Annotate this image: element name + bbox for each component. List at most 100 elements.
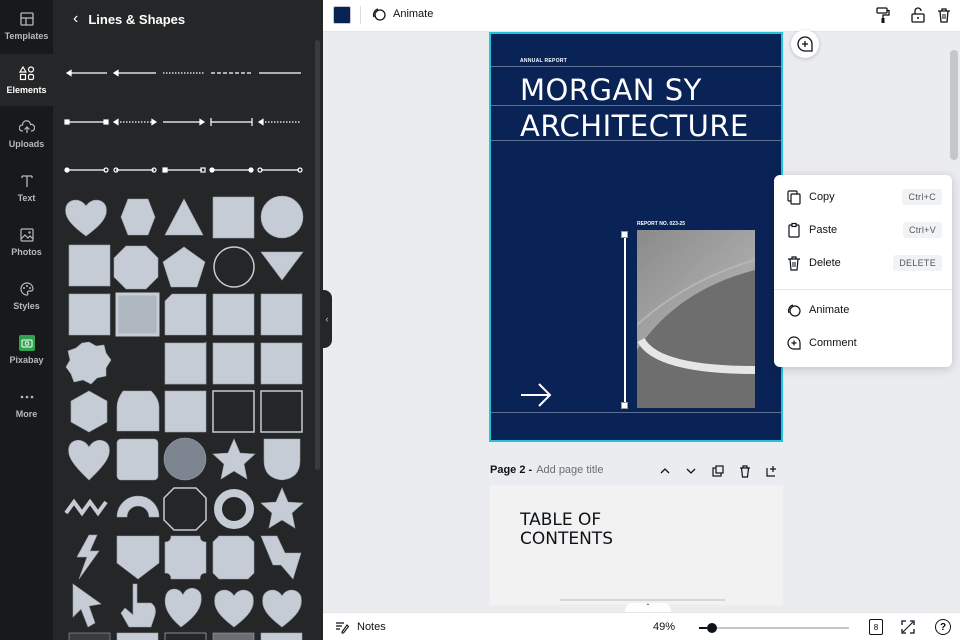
badge-shape[interactable] [65, 341, 112, 385]
rounded-square-shape[interactable] [116, 390, 160, 432]
line-arrow-right[interactable] [163, 118, 206, 126]
heart-3-shape[interactable] [262, 589, 302, 628]
square-light-shape-2[interactable] [260, 632, 303, 640]
menu-item-comment[interactable]: Comment [774, 328, 952, 358]
heart-shape[interactable] [65, 199, 107, 237]
rail-item-styles[interactable]: Styles [0, 270, 53, 322]
line-bar-ends[interactable] [210, 118, 253, 126]
line-square-ends[interactable] [64, 119, 109, 125]
square-shadow-shape[interactable] [68, 244, 111, 287]
square-outline-shape-3[interactable] [164, 632, 207, 640]
zoom-slider-knob[interactable] [707, 623, 717, 633]
hexagon-shape[interactable] [120, 198, 156, 236]
line-circle-ends-3[interactable] [257, 167, 303, 173]
eyebrow-text[interactable]: ANNUAL REPORT [520, 58, 567, 64]
ring-shape[interactable] [214, 489, 254, 529]
trash-icon[interactable] [935, 6, 953, 24]
star-shape[interactable] [212, 438, 256, 480]
square-shape[interactable] [212, 196, 255, 239]
rail-item-text[interactable]: Text [0, 162, 53, 214]
triangle-shape[interactable] [164, 198, 204, 236]
animate-button[interactable]: Animate [371, 6, 433, 22]
line-arrow-left[interactable] [65, 69, 107, 77]
resize-handle-bottom[interactable] [621, 402, 628, 409]
zoom-slider-track[interactable] [713, 627, 849, 629]
rail-item-pixabay[interactable]: Pixabay [0, 324, 53, 376]
menu-item-delete[interactable]: Delete DELETE [774, 248, 952, 278]
square-plain-shape[interactable] [212, 293, 255, 336]
chevron-down-icon[interactable] [684, 464, 698, 478]
arrow-right-icon[interactable] [519, 382, 553, 408]
line-square-outline-ends[interactable] [162, 167, 206, 173]
toc-title[interactable]: TABLE OF CONTENTS [520, 511, 613, 549]
pentagon-shape[interactable] [162, 246, 206, 288]
zoom-value[interactable]: 49% [653, 621, 675, 633]
line-circle-ends-2[interactable] [113, 167, 157, 173]
help-button[interactable]: ? [935, 619, 951, 635]
line-circle-ends[interactable] [64, 167, 109, 173]
square-plain-shape-6[interactable] [164, 390, 207, 433]
menu-item-copy[interactable]: Copy Ctrl+C [774, 182, 952, 212]
panel-scrollbar[interactable] [315, 40, 320, 470]
square-grey-shape[interactable] [212, 632, 255, 640]
hand-pointer-shape[interactable] [120, 583, 156, 628]
notched-square-shape[interactable] [212, 535, 255, 580]
selected-line-element[interactable] [624, 234, 626, 406]
menu-item-paste[interactable]: Paste Ctrl+V [774, 215, 952, 245]
page-count-button[interactable]: 8 [869, 619, 883, 635]
line-arrow-left-2[interactable] [112, 69, 156, 77]
hatched-circle-shape[interactable] [163, 437, 207, 481]
page-1-canvas[interactable]: ANNUAL REPORT MORGAN SY ARCHITECTURE REP… [489, 32, 783, 442]
octagon-outline-shape[interactable] [163, 487, 207, 531]
rail-item-templates[interactable]: Templates [0, 0, 53, 52]
menu-item-animate[interactable]: Animate [774, 295, 952, 325]
page-2-canvas[interactable]: TABLE OF CONTENTS [490, 485, 783, 605]
collapse-panel-button[interactable]: ‹ [322, 290, 332, 348]
heart-tilted-shape[interactable] [164, 587, 202, 628]
square-frame-shape[interactable] [115, 292, 160, 337]
hexagon-vertical-shape[interactable] [70, 390, 108, 433]
canvas-scrollbar[interactable] [950, 50, 958, 160]
line-dotted-arrow[interactable] [112, 118, 158, 126]
chevron-up-icon[interactable] [658, 464, 672, 478]
star-5-shape[interactable] [260, 487, 304, 529]
fullscreen-icon[interactable] [901, 620, 915, 634]
add-comment-button[interactable] [791, 30, 819, 58]
square-light-shape[interactable] [116, 632, 159, 640]
notes-button[interactable]: Notes [335, 620, 386, 634]
circle-shape[interactable] [260, 195, 304, 239]
back-chevron-icon[interactable]: ‹ [73, 10, 78, 28]
shield-shape[interactable] [263, 438, 301, 481]
add-page-title-input[interactable]: Add page title [536, 464, 603, 476]
heart-narrow-shape[interactable] [68, 439, 110, 481]
cover-title[interactable]: MORGAN SY ARCHITECTURE [520, 72, 749, 144]
ticket-shape[interactable] [164, 535, 207, 580]
rail-item-uploads[interactable]: Uploads [0, 108, 53, 160]
zigzag-shape[interactable] [64, 498, 108, 517]
lightning-bold-shape[interactable] [260, 535, 302, 580]
square-plain-shape-3[interactable] [212, 342, 255, 385]
square-plain-shape-5[interactable] [164, 342, 207, 385]
color-swatch[interactable] [333, 6, 351, 24]
line-dotted-arrow-left[interactable] [257, 118, 301, 126]
rounded-square-shape-2[interactable] [116, 438, 159, 481]
delete-page-icon[interactable] [738, 464, 752, 478]
rail-item-more[interactable]: More [0, 378, 53, 430]
square-plain-shape-2[interactable] [260, 293, 303, 336]
cursor-arrow-shape[interactable] [72, 583, 102, 628]
square-outline-shape[interactable] [212, 390, 255, 433]
banner-shield-shape[interactable] [116, 535, 160, 580]
square-rough-shape[interactable] [68, 293, 111, 336]
square-dark-shape[interactable] [68, 632, 111, 640]
report-number[interactable]: REPORT NO. 023-25 [637, 221, 685, 227]
octagon-shape[interactable] [113, 245, 159, 290]
rail-item-elements[interactable]: Elements [0, 54, 53, 106]
line-dot-ends[interactable] [209, 167, 254, 173]
duplicate-page-icon[interactable] [711, 464, 725, 478]
folded-square-shape[interactable] [164, 293, 207, 336]
rail-item-photos[interactable]: Photos [0, 216, 53, 268]
square-plain-shape-4[interactable] [260, 342, 303, 385]
resize-handle-top[interactable] [621, 231, 628, 238]
add-page-icon[interactable] [765, 464, 779, 478]
arch-shape[interactable] [116, 495, 160, 518]
